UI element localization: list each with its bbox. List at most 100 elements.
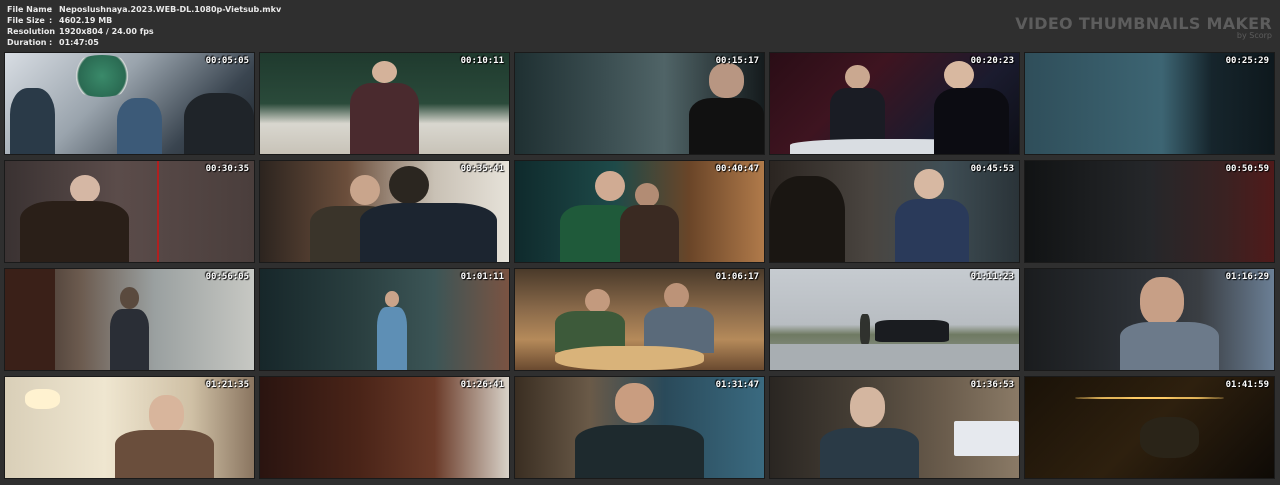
scene-shape [634,183,660,208]
scene-shape [829,88,885,144]
scene-shape [619,205,680,262]
scene-shape [117,98,162,154]
timestamp-label: 01:16:29 [1225,272,1269,282]
scene-shape [934,88,1010,154]
scene-shape [770,343,1019,370]
timestamp-label: 01:26:41 [460,380,504,390]
thumbnail[interactable]: 00:10:11 [259,52,510,155]
timestamp-label: 01:31:47 [715,380,759,390]
scene-shape [574,425,705,478]
scene-shape [119,287,140,310]
timestamp-label: 01:21:35 [205,380,249,390]
timestamp-label: 00:35:41 [460,164,504,174]
thumbnail[interactable]: 00:45:53 [769,160,1020,263]
scene-shape [384,291,400,308]
brand-title: VIDEO THUMBNAILS MAKER [1015,14,1272,33]
thumbnail[interactable]: 01:01:11 [259,268,510,371]
thumbnail[interactable]: 00:35:41 [259,160,510,263]
scene-shape [894,199,970,262]
thumbnail[interactable]: 00:30:35 [4,160,255,263]
scene-shape [24,389,60,410]
file-size-row: File Size : 4602.19 MB [7,15,281,26]
file-name-value: Neposlushnaya.2023.WEB-DL.1080p-Vietsub.… [59,5,282,14]
timestamp-label: 01:41:59 [1225,380,1269,390]
separator: : [49,38,53,47]
timestamp-label: 01:11:23 [970,272,1014,282]
duration-label: Duration [7,38,47,47]
scene-shape [349,83,420,154]
thumbnail[interactable]: 00:50:59 [1024,160,1275,263]
scene-shape [849,387,885,428]
thumbnail[interactable]: 00:56:05 [4,268,255,371]
separator: : [49,16,53,25]
scene-shape [1139,417,1200,458]
thumbnail[interactable]: 01:06:17 [514,268,765,371]
file-name-label: File Name [7,5,53,14]
scene-shape [389,166,430,205]
resolution-label: Resolution [7,27,56,36]
timestamp-label: 00:20:23 [970,56,1014,66]
scene-shape [664,283,690,310]
scene-shape [614,383,655,424]
scene-shape [594,171,625,202]
timestamp-label: 00:30:35 [205,164,249,174]
scene-shape [819,427,920,478]
thumbnail[interactable]: 00:15:17 [514,52,765,155]
scene-shape [156,161,160,262]
thumbnail-grid: 00:05:05 00:10:11 00:15:17 00:20:23 00:25:29… [4,52,1275,479]
scene-shape [9,88,55,154]
scene-shape [1139,277,1185,326]
scene-shape [1074,397,1225,400]
scene-shape [377,307,407,370]
timestamp-label: 00:45:53 [970,164,1014,174]
scene-shape [5,269,55,370]
thumbnail[interactable]: 01:16:29 [1024,268,1275,371]
brand-watermark: VIDEO THUMBNAILS MAKER by Scorp [1015,14,1272,40]
timestamp-label: 00:15:17 [715,56,759,66]
timestamp-label: 01:01:11 [460,272,504,282]
thumbnail[interactable]: 01:21:35 [4,376,255,479]
duration-value: 01:47:05 [59,38,99,47]
timestamp-label: 01:06:17 [715,272,759,282]
timestamp-label: 00:25:29 [1225,56,1269,66]
thumbnail[interactable]: 00:25:29 [1024,52,1275,155]
thumbnail[interactable]: 00:05:05 [4,52,255,155]
scene-shape [359,203,497,262]
thumbnail[interactable]: 01:11:23 [769,268,1020,371]
thumbnail[interactable]: 00:20:23 [769,52,1020,155]
separator: : [49,27,53,36]
thumbnail[interactable]: 01:41:59 [1024,376,1275,479]
timestamp-label: 00:50:59 [1225,164,1269,174]
scene-shape [770,176,845,262]
resolution-value: 1920x804 / 24.00 fps [59,27,154,36]
scene-shape [1119,321,1220,370]
timestamp-label: 00:56:05 [205,272,249,282]
separator: : [49,5,53,14]
thumbnail[interactable]: 01:26:41 [259,376,510,479]
resolution-row: Resolution : 1920x804 / 24.00 fps [7,26,281,37]
scene-shape [349,175,380,206]
scene-shape [149,395,185,434]
thumbnail[interactable]: 01:36:53 [769,376,1020,479]
scene-shape [859,314,870,345]
timestamp-label: 00:10:11 [460,56,504,66]
file-info-panel: File Name : Neposlushnaya.2023.WEB-DL.10… [7,4,281,48]
scene-shape [69,175,100,204]
thumbnail[interactable]: 01:31:47 [514,376,765,479]
duration-row: Duration : 01:47:05 [7,37,281,48]
scene-shape [19,201,130,262]
scene-shape [372,61,397,84]
scene-shape [689,98,764,154]
scene-shape [114,429,215,478]
timestamp-label: 00:40:47 [715,164,759,174]
thumbnail[interactable]: 00:40:47 [514,160,765,263]
file-name-row: File Name : Neposlushnaya.2023.WEB-DL.10… [7,4,281,15]
scene-shape [109,309,150,370]
scene-shape [184,93,254,154]
scene-shape [64,55,140,98]
scene-shape [584,289,610,314]
scene-shape [954,421,1019,456]
scene-shape [709,63,745,99]
scene-shape [844,65,870,90]
file-size-label: File Size [7,16,45,25]
